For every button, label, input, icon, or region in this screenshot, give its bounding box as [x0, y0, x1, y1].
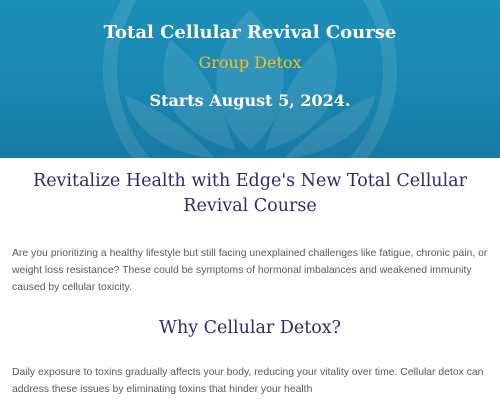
hero-banner: Total Cellular Revival Course Group Deto…: [0, 0, 500, 158]
intro-paragraph: Are you prioritizing a healthy lifestyle…: [12, 248, 488, 293]
why-paragraph: Daily exposure to toxins gradually affec…: [12, 367, 484, 395]
main-content: Revitalize Health with Edge's New Total …: [0, 169, 500, 398]
course-title: Total Cellular Revival Course: [103, 22, 397, 43]
why-heading: Why Cellular Detox?: [158, 318, 342, 338]
start-date: Starts August 5, 2024.: [149, 91, 351, 110]
course-subtitle: Group Detox: [198, 53, 302, 72]
intro-heading: Revitalize Health with Edge's New Total …: [33, 171, 467, 216]
